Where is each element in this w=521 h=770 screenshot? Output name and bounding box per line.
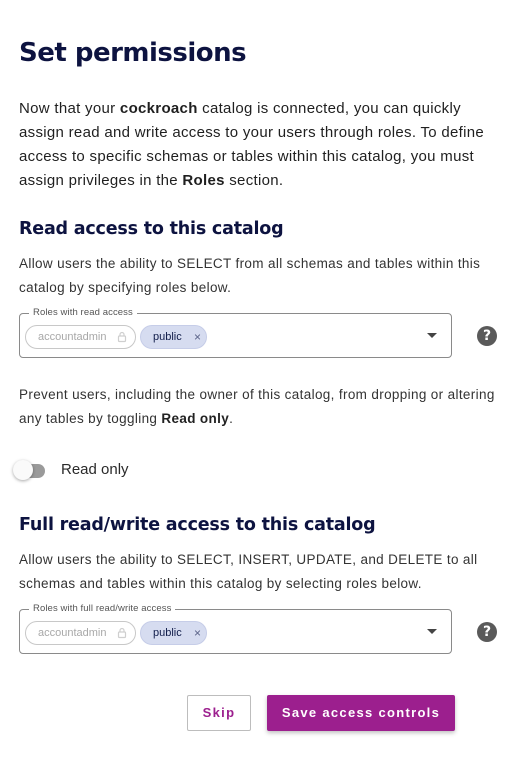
role-chip-public: public × (140, 621, 207, 645)
lock-icon (117, 627, 127, 639)
role-chip-accountadmin: accountadmin (25, 325, 136, 349)
write-access-heading: Full read/write access to this catalog (19, 515, 376, 535)
save-access-controls-button[interactable]: Save access controls (267, 695, 455, 731)
chip-label: accountadmin (38, 627, 107, 639)
roles-section-link[interactable]: Roles (182, 172, 224, 189)
lock-icon (117, 331, 127, 343)
close-icon[interactable]: × (194, 326, 201, 348)
role-chip-accountadmin: accountadmin (25, 621, 136, 645)
write-access-description: Allow users the ability to SELECT, INSER… (19, 552, 478, 591)
chip-label: accountadmin (38, 331, 107, 343)
chevron-down-icon[interactable] (427, 629, 437, 634)
read-only-toggle[interactable] (13, 460, 53, 482)
intro-text-part: Now that your (19, 100, 120, 117)
write-roles-label: Roles with full read/write access (29, 603, 176, 615)
role-chip-public: public × (140, 325, 207, 349)
intro-text: Now that your cockroach catalog is conne… (19, 97, 499, 193)
read-only-description-part: Prevent users, including the owner of th… (19, 387, 495, 426)
read-roles-select[interactable]: Roles with read access accountadmin publ… (19, 307, 452, 358)
read-only-description-part: . (229, 411, 234, 426)
chevron-down-icon[interactable] (427, 333, 437, 338)
catalog-name: cockroach (119, 100, 198, 117)
read-roles-label: Roles with read access (29, 307, 137, 319)
read-access-description: Allow users the ability to SELECT from a… (19, 256, 481, 295)
chip-label: public (153, 627, 182, 639)
read-only-toggle-label: Read only (61, 461, 129, 478)
read-only-emphasis: Read only (161, 411, 230, 426)
intro-text-part: section. (224, 172, 284, 189)
write-roles-select[interactable]: Roles with full read/write access accoun… (19, 603, 452, 654)
read-access-heading: Read access to this catalog (19, 219, 284, 239)
help-icon[interactable]: ? (477, 326, 497, 346)
page-title: Set permissions (19, 38, 247, 68)
chip-label: public (153, 331, 182, 343)
close-icon[interactable]: × (194, 622, 201, 644)
read-only-description: Prevent users, including the owner of th… (19, 383, 499, 431)
skip-button[interactable]: Skip (187, 695, 251, 731)
toggle-thumb[interactable] (13, 460, 33, 480)
help-icon[interactable]: ? (477, 622, 497, 642)
